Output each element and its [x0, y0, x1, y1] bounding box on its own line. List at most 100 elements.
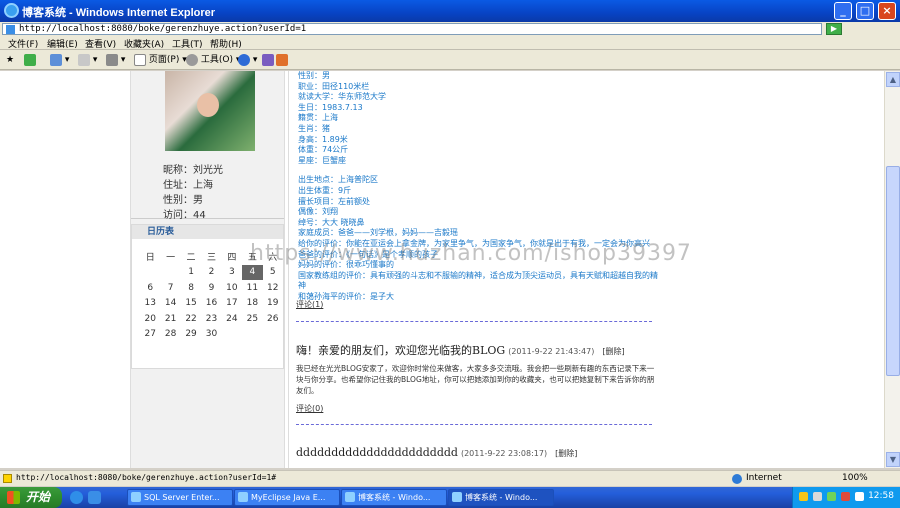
tray-icon[interactable] [855, 492, 864, 501]
page-menu-label: 页面(P) [148, 55, 180, 65]
calendar-day[interactable]: 9 [201, 280, 221, 296]
calendar-day[interactable]: 27 [140, 327, 160, 343]
post-divider [296, 321, 652, 322]
post-title-text[interactable]: ddddddddddddddddddddddd [296, 446, 458, 459]
menu-edit[interactable]: 编辑(E) [47, 37, 78, 50]
calendar-day[interactable]: 19 [263, 296, 283, 312]
post-divider [296, 424, 652, 425]
sidebar-filler [131, 371, 284, 468]
internet-zone-icon [732, 474, 742, 484]
taskbar-item-ie-1[interactable]: 博客系统 - Windo... [341, 489, 447, 506]
detail-line: 生日：1983.7.13 [298, 102, 363, 112]
calendar-day[interactable]: 18 [242, 296, 262, 312]
calendar-day[interactable]: 1 [181, 265, 201, 281]
status-url: http://localhost:8080/boke/gerenzhuye.ac… [16, 473, 277, 482]
post-title-text[interactable]: 嗨！亲爱的朋友们，欢迎您光临我的BLOG [296, 344, 505, 357]
minimize-button[interactable]: _ [834, 2, 852, 20]
comment-link[interactable]: 评论(0) [296, 403, 323, 414]
favorites-star-icon[interactable]: ★ [6, 53, 14, 67]
taskbar-item-myeclipse[interactable]: MyEclipse Java E... [234, 489, 340, 506]
vertical-scrollbar[interactable]: ▲ ▼ [884, 71, 900, 468]
scroll-thumb[interactable] [886, 166, 900, 376]
calendar-day[interactable]: 30 [201, 327, 221, 343]
add-favorites-icon[interactable] [24, 53, 36, 67]
menu-favorites[interactable]: 收藏夹(A) [124, 37, 164, 50]
calendar-day[interactable]: 28 [160, 327, 180, 343]
calendar-day[interactable]: 4 [242, 264, 263, 280]
calendar-day[interactable]: 6 [140, 280, 160, 296]
close-button[interactable]: × [878, 2, 896, 20]
calendar-day [242, 327, 262, 343]
menu-view[interactable]: 查看(V) [85, 37, 116, 50]
calendar-day[interactable]: 15 [181, 296, 201, 312]
help-icon[interactable]: ▾ [238, 53, 257, 67]
calendar-day[interactable]: 3 [222, 265, 242, 281]
calendar-day[interactable]: 26 [263, 311, 283, 327]
tray-icon[interactable] [827, 492, 836, 501]
tray-icon[interactable] [799, 492, 808, 501]
print-icon[interactable]: ▾ [106, 53, 125, 67]
detail-line: 籍贯：上海 [298, 113, 338, 123]
task-label: 博客系统 - Windo... [465, 493, 538, 502]
post-title: 嗨！亲爱的朋友们，欢迎您光临我的BLOG (2011-9-22 21:43:47)… [296, 342, 625, 358]
research-icon[interactable] [262, 53, 274, 67]
scroll-up-icon[interactable]: ▲ [886, 72, 900, 87]
page-menu[interactable]: 页面(P) ▾ [134, 53, 187, 67]
app-icon [131, 492, 141, 502]
menu-tools[interactable]: 工具(T) [172, 37, 203, 50]
detail-line: 出生地点：上海普陀区 [298, 175, 378, 185]
menu-file[interactable]: 文件(F) [8, 37, 38, 50]
weekday-mon: 一 [166, 253, 176, 264]
window-title: 博客系统 - Windows Internet Explorer [22, 7, 216, 19]
start-button[interactable]: 开始 [0, 487, 62, 508]
detail-line: 身高：1.89米 [298, 134, 348, 144]
calendar-day[interactable]: 5 [263, 265, 283, 281]
tray-icon[interactable] [813, 492, 822, 501]
taskbar-item-sql-server[interactable]: SQL Server Enter... [127, 489, 233, 506]
address-input[interactable]: http://localhost:8080/boke/gerenzhuye.ac… [2, 23, 822, 35]
calendar-day[interactable]: 2 [201, 265, 221, 281]
delete-post-link[interactable]: [删除] [555, 449, 577, 458]
home-icon[interactable]: ▾ [50, 53, 69, 67]
tools-menu[interactable]: 工具(O) ▾ [186, 53, 240, 67]
calendar-day[interactable]: 7 [160, 280, 180, 296]
calendar-day[interactable]: 22 [181, 311, 201, 327]
watermark: https://www.huzhan.com/ishop39397 [250, 241, 692, 266]
taskbar-item-ie-2[interactable]: 博客系统 - Windo... [448, 489, 554, 506]
calendar-day[interactable]: 11 [242, 280, 262, 296]
detail-line: 就读大学：华东师范大学 [298, 92, 386, 102]
content-divider [288, 71, 289, 468]
post-time: (2011-9-22 23:08:17) [460, 449, 548, 458]
comment-link[interactable]: 评论(1) [296, 299, 323, 310]
sidebar: 昵称：刘光光 住址：上海 性别：男 访问：44 日历表 日 一 二 三 四 五 … [130, 71, 285, 468]
calendar-day[interactable]: 25 [242, 311, 262, 327]
calendar-day[interactable]: 13 [140, 296, 160, 312]
calendar-day[interactable]: 20 [140, 311, 160, 327]
calendar-day[interactable]: 29 [181, 327, 201, 343]
system-tray: 12:58 [792, 487, 900, 508]
blog-icon[interactable] [276, 53, 288, 67]
profile-details: 性别：男 职业：田径110米栏 就读大学：华东师范大学 生日：1983.7.13… [298, 71, 660, 302]
calendar-day[interactable]: 23 [201, 311, 221, 327]
go-arrow-icon[interactable]: ▶ [826, 23, 842, 35]
task-label: MyEclipse Java E... [251, 493, 326, 502]
menu-help[interactable]: 帮助(H) [210, 37, 242, 50]
calendar-day[interactable]: 10 [222, 280, 242, 296]
calendar-day[interactable]: 14 [160, 296, 180, 312]
calendar-day[interactable]: 12 [263, 280, 283, 296]
maximize-button[interactable]: □ [856, 2, 874, 20]
calendar-day[interactable]: 8 [181, 280, 201, 296]
scroll-down-icon[interactable]: ▼ [886, 452, 900, 467]
zoom-level[interactable]: 100% [842, 473, 868, 483]
tray-icon[interactable] [841, 492, 850, 501]
calendar-day[interactable]: 16 [201, 296, 221, 312]
calendar-day[interactable]: 24 [222, 311, 242, 327]
detail-line: 偶像：刘翔 [298, 207, 338, 217]
detail-line: 出生体重：9斤 [298, 185, 352, 195]
delete-post-link[interactable]: [删除] [602, 347, 624, 356]
quicklaunch-ie-icon[interactable] [70, 491, 83, 504]
calendar-day[interactable]: 21 [160, 311, 180, 327]
quicklaunch-desktop-icon[interactable] [88, 491, 101, 504]
feeds-icon[interactable]: ▾ [78, 53, 97, 67]
calendar-day[interactable]: 17 [222, 296, 242, 312]
